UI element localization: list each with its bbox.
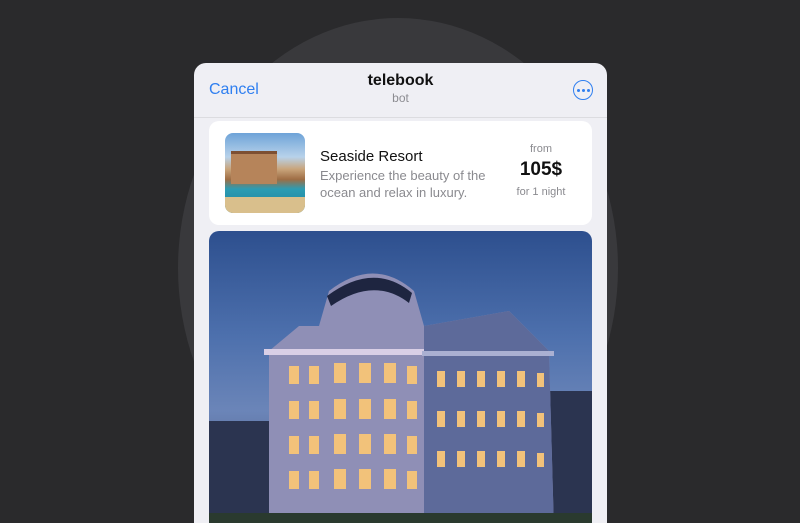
- bot-subtitle: bot: [392, 91, 409, 105]
- bot-title: telebook: [367, 72, 434, 89]
- web-app-sheet: Cancel telebook bot Seaside Resort Exper…: [194, 63, 607, 523]
- hotel-name: Seaside Resort: [320, 148, 423, 165]
- hotel-thumbnail: [225, 133, 305, 213]
- hotel-description: Experience the beauty of the ocean and r…: [320, 168, 486, 200]
- hotel-hero-image: [209, 231, 592, 523]
- hotel-building-illustration: [209, 273, 592, 523]
- price-value: 105$: [519, 159, 563, 180]
- ellipsis-circle-icon[interactable]: [573, 80, 593, 100]
- price-prefix: from: [530, 143, 552, 155]
- price-suffix: for 1 night: [516, 186, 566, 198]
- hotel-card[interactable]: Seaside Resort Experience the beauty of …: [209, 121, 592, 225]
- price-block: from 105$ for 1 night: [506, 143, 576, 198]
- header-title-group: telebook bot: [194, 72, 607, 105]
- header-bar: Cancel telebook bot: [194, 63, 607, 118]
